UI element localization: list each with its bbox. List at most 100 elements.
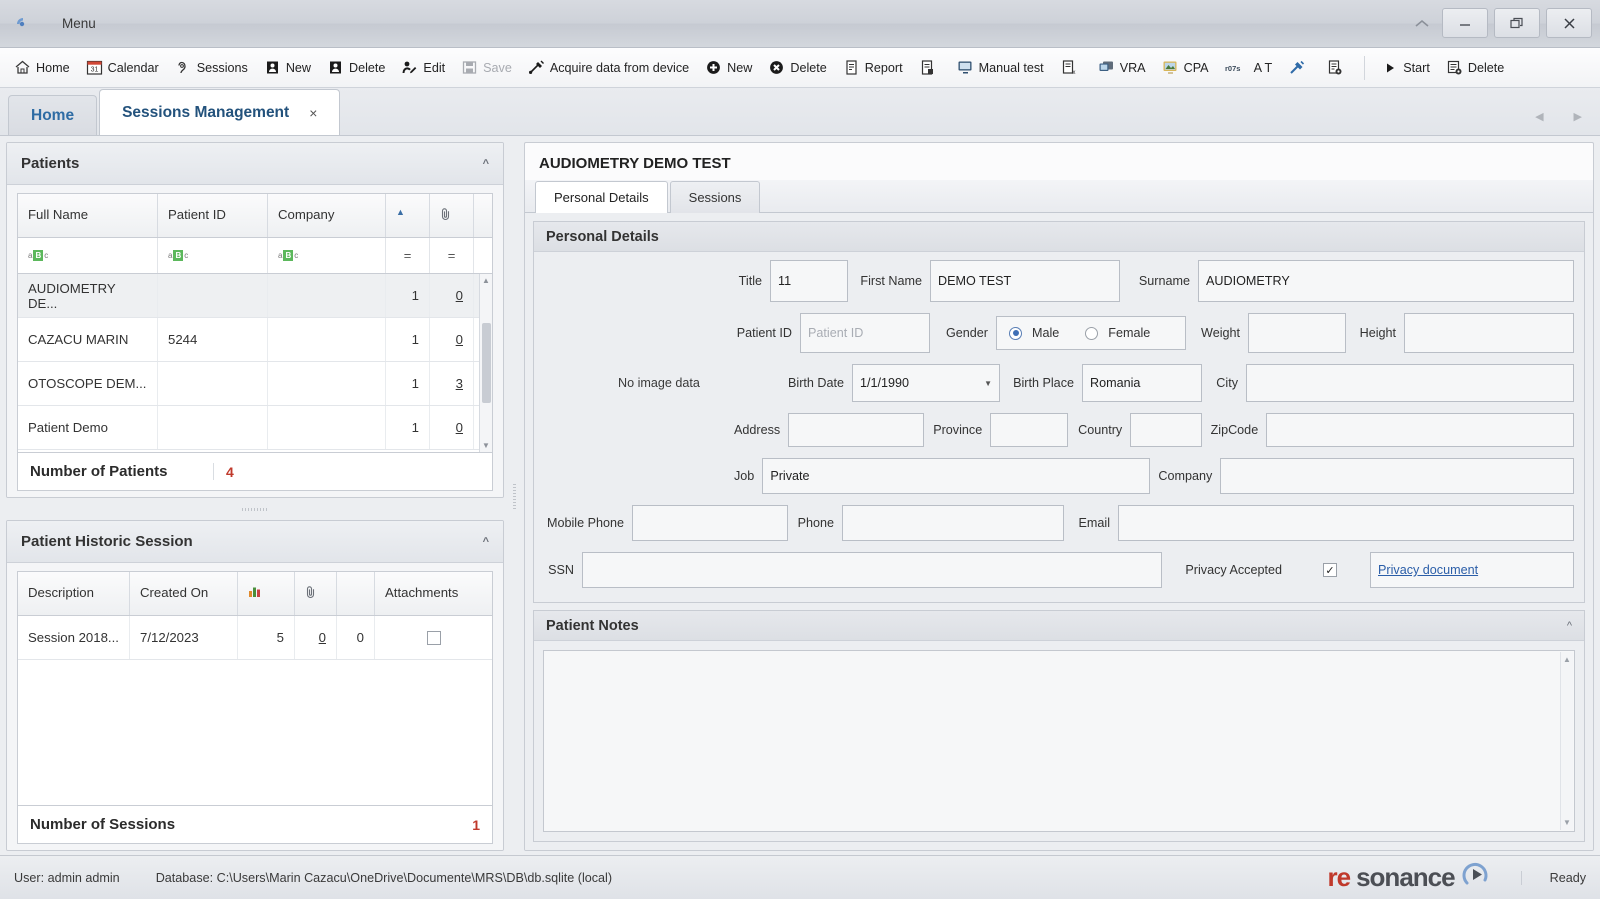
toolbar-delete-patient[interactable]: Delete [319,53,393,83]
toolbar-calendar[interactable]: 31 Calendar [78,53,167,83]
weight-field[interactable] [1248,313,1346,353]
height-field[interactable] [1404,313,1574,353]
privacy-accepted-checkbox[interactable]: ✓ [1323,563,1337,577]
filter-sessions[interactable]: = [386,238,430,273]
scroll-down-icon[interactable]: ▼ [1563,818,1571,827]
column-header-full-name[interactable]: Full Name [18,194,158,237]
birth-date-field[interactable]: 1/1/1990 ▼ [852,364,1000,402]
title-field[interactable]: 11 [770,260,848,302]
notes-scrollbar[interactable]: ▲ ▼ [1560,652,1573,830]
phone-field[interactable] [842,505,1064,541]
toolbar-sessions[interactable]: Sessions [167,53,256,83]
toolbar-save[interactable]: Save [453,53,520,83]
column-header-attachments[interactable] [430,194,474,237]
column-header-created-on[interactable]: Created On [130,572,238,615]
company-field[interactable] [1220,458,1574,494]
surname-field[interactable]: AUDIOMETRY [1198,260,1574,302]
filter-company[interactable]: aBc [268,238,386,273]
chevron-up-icon[interactable] [1408,8,1436,38]
city-field[interactable] [1246,364,1574,402]
toolbar-start[interactable]: Start [1373,53,1438,83]
vertical-splitter[interactable] [504,142,524,851]
toolbar-delete-session[interactable]: Delete [760,53,834,83]
privacy-document-box[interactable]: Privacy document [1370,552,1574,588]
zipcode-field[interactable] [1266,413,1574,447]
country-field[interactable] [1130,413,1203,447]
close-icon[interactable]: × [309,105,317,121]
toolbar-acquire-data[interactable]: Acquire data from device [520,53,697,83]
birth-place-field[interactable]: Romania [1082,364,1202,402]
radio-male[interactable] [1009,326,1022,340]
filter-attachments[interactable]: = [430,238,474,273]
ssn-field[interactable] [582,552,1162,588]
toolbar-new-patient[interactable]: New [256,53,319,83]
table-row[interactable]: Session 2018... 7/12/2023 5 0 0 [18,616,492,660]
radio-female[interactable] [1085,326,1099,340]
cell-attachments-checkbox[interactable] [375,616,492,659]
chevron-up-icon[interactable]: ^ [1567,620,1572,632]
scrollbar-thumb[interactable] [481,323,491,403]
tab-personal-details[interactable]: Personal Details [535,181,668,213]
close-icon[interactable] [1546,8,1592,38]
tab-sessions[interactable]: Sessions [669,181,761,213]
filter-full-name[interactable]: aBc [18,238,158,273]
horizontal-splitter[interactable] [6,498,504,520]
chevron-left-icon[interactable]: ◀ [1535,110,1543,123]
column-header-notes[interactable] [295,572,337,615]
scroll-up-icon[interactable]: ▲ [482,276,490,285]
table-row[interactable]: CAZACU MARIN 5244 1 0 [18,318,479,362]
toolbar-document-export[interactable] [911,53,949,83]
chevron-up-icon[interactable]: ^ [483,158,489,170]
tab-home[interactable]: Home [8,95,98,135]
scroll-down-icon[interactable]: ▼ [482,441,490,450]
toolbar-document-settings[interactable] [1318,53,1356,83]
privacy-document-link[interactable]: Privacy document [1378,563,1478,577]
minimize-icon[interactable] [1442,8,1488,38]
column-header-attachments[interactable]: Attachments [375,572,492,615]
menu-button[interactable]: Menu [62,16,96,31]
cell-notes[interactable]: 0 [295,616,337,659]
cell-attachments[interactable]: 0 [430,406,474,449]
patient-id-field[interactable]: Patient ID [800,313,930,353]
address-field[interactable] [788,413,925,447]
toolbar-r07s-at[interactable]: r07s A T [1217,53,1281,83]
chevron-right-icon[interactable]: ▶ [1574,110,1582,123]
table-row[interactable]: OTOSCOPE DEM... 1 3 [18,362,479,406]
toolbar-edit[interactable]: Edit [393,53,453,83]
toolbar-home[interactable]: Home [6,53,78,83]
table-row[interactable]: AUDIOMETRY DE... 1 0 [18,274,479,318]
filter-patient-id[interactable]: aBc [158,238,268,273]
toolbar-document-excel[interactable]: x [1052,53,1090,83]
patients-grid-scrollbar[interactable]: ▲ ▼ [479,274,492,452]
cell-attachments[interactable]: 0 [430,274,474,317]
column-header-patient-id[interactable]: Patient ID [158,194,268,237]
chevron-down-icon[interactable]: ▼ [984,379,992,388]
toolbar-tuning-fork[interactable] [1280,53,1318,83]
column-header-description[interactable]: Description [18,572,130,615]
toolbar-cpa[interactable]: CPA [1154,53,1217,83]
tab-sessions-management[interactable]: Sessions Management × [99,89,341,135]
cell-attachments[interactable]: 0 [430,318,474,361]
column-header-company[interactable]: Company [268,194,386,237]
column-header-sessions-sort[interactable]: ▲ [386,194,430,237]
toolbar-manual-test[interactable]: Manual test [949,53,1052,83]
province-field[interactable] [990,413,1069,447]
toolbar-vra[interactable]: VRA [1090,53,1154,83]
patient-notes-textarea[interactable]: ▲ ▼ [543,650,1575,832]
first-name-field[interactable]: DEMO TEST [930,260,1120,302]
checkbox[interactable] [426,630,441,645]
mobile-phone-field[interactable] [632,505,788,541]
scroll-up-icon[interactable]: ▲ [1563,655,1571,664]
toolbar-grid-delete[interactable]: Delete [1438,53,1512,83]
gender-radio-group[interactable]: Male Female [996,316,1186,350]
table-row[interactable]: Patient Demo 1 0 [18,406,479,450]
toolbar-new-session[interactable]: New [697,53,760,83]
column-header-count[interactable] [337,572,375,615]
email-field[interactable] [1118,505,1574,541]
chevron-up-icon[interactable]: ^ [483,536,489,548]
column-header-tests[interactable] [238,572,295,615]
job-field[interactable]: Private [762,458,1151,494]
restore-icon[interactable] [1494,8,1540,38]
cell-attachments[interactable]: 3 [430,362,474,405]
toolbar-report[interactable]: Report [835,53,911,83]
